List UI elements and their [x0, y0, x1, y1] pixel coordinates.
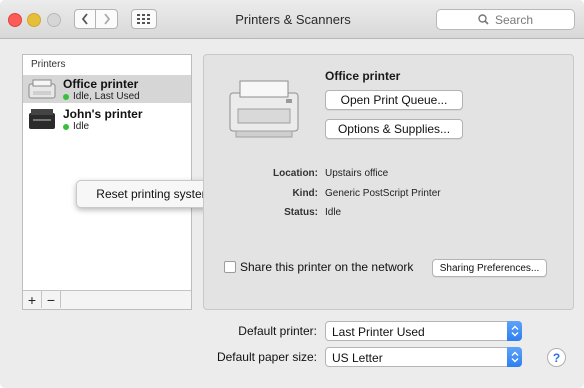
share-printer-checkbox[interactable]	[224, 261, 236, 273]
window-title: Printers & Scanners	[235, 12, 351, 27]
add-printer-button[interactable]: +	[23, 291, 42, 308]
share-printer-label: Share this printer on the network	[240, 260, 414, 274]
kind-label: Kind:	[292, 188, 318, 199]
printer-status: Idle	[63, 121, 89, 132]
printer-image	[229, 80, 299, 138]
printer-name: John's printer	[63, 107, 143, 121]
chevron-right-icon	[103, 13, 110, 25]
printers-scanners-window: Printers & Scanners Search Printers Offi…	[0, 0, 584, 388]
default-printer-popup[interactable]: Last Printer Used	[325, 321, 522, 341]
show-all-button[interactable]	[131, 9, 157, 29]
remove-printer-button[interactable]: −	[42, 291, 61, 308]
location-label: Location:	[273, 168, 318, 179]
zoom-window-button[interactable]	[47, 13, 61, 27]
default-paper-size-popup[interactable]: US Letter	[325, 347, 522, 367]
help-button[interactable]: ?	[547, 348, 566, 367]
status-label: Status:	[284, 207, 318, 218]
office-printer-icon	[28, 79, 56, 99]
minimize-window-button[interactable]	[27, 13, 41, 27]
sharing-preferences-button[interactable]: Sharing Preferences...	[432, 259, 547, 277]
status-value: Idle	[325, 207, 342, 218]
chevron-left-icon	[81, 13, 88, 25]
default-paper-size-value: US Letter	[332, 351, 383, 365]
printer-list-item-john[interactable]: John's printer Idle	[23, 105, 191, 133]
forward-button[interactable]	[96, 9, 118, 29]
search-placeholder: Search	[494, 12, 534, 27]
default-printer-label: Default printer:	[238, 324, 317, 338]
printer-name: Office printer	[63, 77, 139, 91]
status-dot	[63, 93, 69, 100]
kind-value: Generic PostScript Printer	[325, 188, 441, 199]
back-button[interactable]	[74, 9, 96, 29]
popup-arrows-icon	[507, 321, 522, 341]
printer-detail-name: Office printer	[325, 69, 401, 83]
search-field[interactable]: Search	[436, 9, 575, 30]
open-print-queue-button[interactable]: Open Print Queue...	[325, 90, 463, 110]
location-value: Upstairs office	[325, 168, 389, 179]
default-printer-value: Last Printer Used	[332, 325, 425, 339]
printer-status-text: Idle	[73, 121, 90, 132]
john-printer-icon	[29, 109, 55, 129]
search-icon	[478, 14, 489, 25]
printer-list-toolbar: + −	[23, 290, 191, 309]
title-bar: Printers & Scanners Search	[0, 0, 584, 39]
printer-list-header: Printers	[31, 59, 66, 70]
close-window-button[interactable]	[8, 13, 22, 27]
printer-status-text: Idle, Last Used	[73, 91, 140, 102]
grid-icon	[137, 14, 150, 24]
printer-list-item-office[interactable]: Office printer Idle, Last Used	[23, 75, 191, 103]
status-dot	[63, 123, 69, 130]
printer-detail-panel: Office printer Open Print Queue... Optio…	[203, 54, 574, 310]
default-paper-size-label: Default paper size:	[216, 350, 317, 364]
options-supplies-button[interactable]: Options & Supplies...	[325, 119, 463, 139]
printer-status: Idle, Last Used	[63, 91, 140, 102]
popup-arrows-icon	[507, 347, 522, 367]
